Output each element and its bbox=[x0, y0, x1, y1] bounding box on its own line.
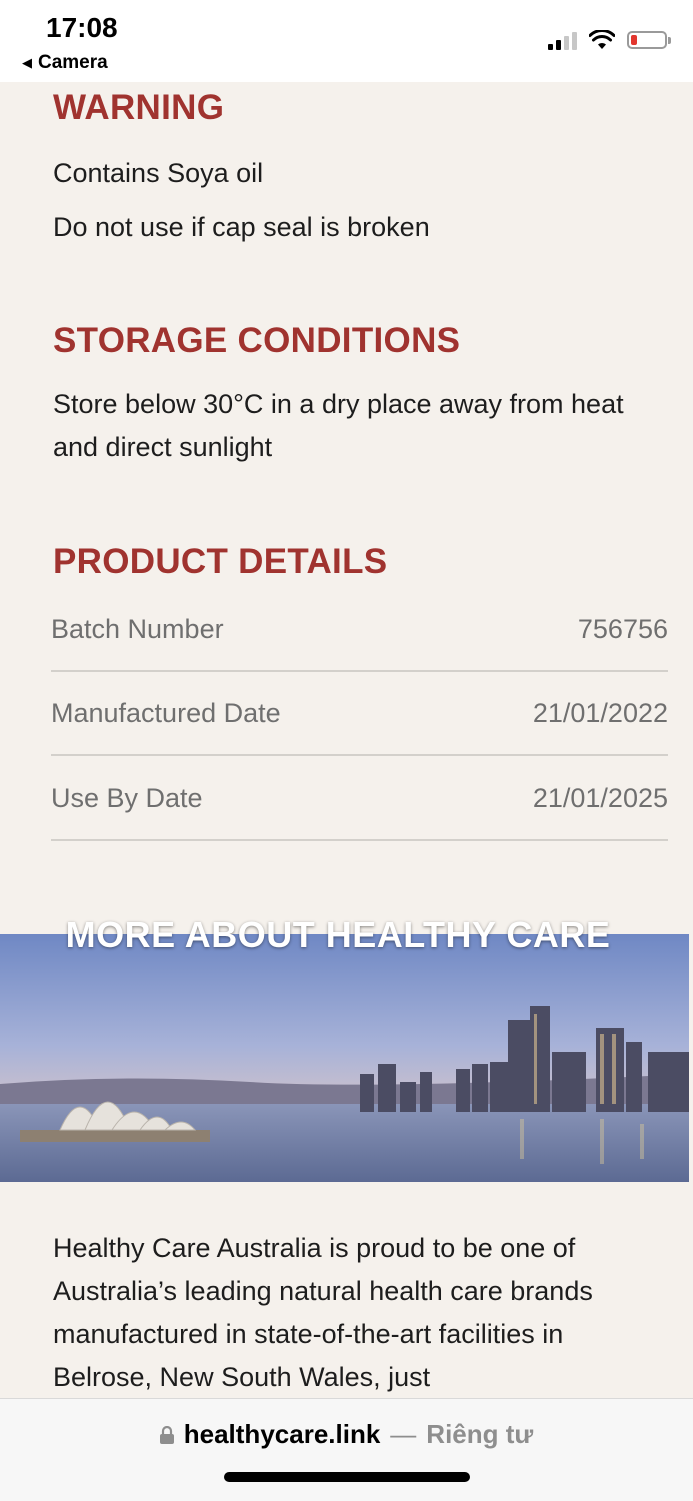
banner-illustration bbox=[0, 934, 689, 1182]
status-bar: 17:08 ◀ Camera bbox=[0, 0, 693, 82]
back-to-app-button[interactable]: ◀ Camera bbox=[22, 52, 108, 74]
status-time: 17:08 bbox=[46, 12, 118, 43]
detail-row-manufactured: Manufactured Date 21/01/2022 bbox=[51, 672, 668, 756]
home-indicator[interactable] bbox=[224, 1472, 470, 1482]
warning-line-1: Contains Soya oil bbox=[53, 158, 264, 188]
detail-label: Use By Date bbox=[51, 782, 203, 813]
warning-title: WARNING bbox=[53, 88, 225, 127]
storage-text: Store below 30°C in a dry place away fro… bbox=[53, 389, 624, 462]
detail-label: Batch Number bbox=[51, 613, 224, 644]
product-details-title: PRODUCT DETAILS bbox=[53, 542, 388, 581]
wifi-icon bbox=[589, 30, 615, 49]
warning-line-2: Do not use if cap seal is broken bbox=[53, 212, 430, 242]
detail-value: 756756 bbox=[577, 613, 668, 644]
back-triangle-icon: ◀ bbox=[22, 55, 32, 70]
storage-title: STORAGE CONDITIONS bbox=[53, 321, 461, 360]
back-app-label: Camera bbox=[38, 52, 108, 73]
sydney-harbour-image bbox=[0, 934, 689, 1182]
signal-icon bbox=[548, 30, 577, 50]
detail-label: Manufactured Date bbox=[51, 697, 281, 728]
url-display[interactable]: healthycare.link — Riêng tư bbox=[0, 1419, 693, 1450]
banner-title: MORE ABOUT HEALTHY CARE bbox=[65, 914, 611, 955]
privacy-label: Riêng tư bbox=[426, 1419, 534, 1449]
detail-value: 21/01/2022 bbox=[532, 697, 668, 728]
url-domain: healthycare.link bbox=[183, 1419, 381, 1449]
browser-address-bar[interactable]: healthycare.link — Riêng tư bbox=[0, 1398, 693, 1501]
status-icons bbox=[548, 30, 671, 50]
battery-level bbox=[631, 35, 637, 45]
about-text: Healthy Care Australia is proud to be on… bbox=[53, 1233, 593, 1392]
battery-icon bbox=[627, 31, 671, 49]
detail-row-batch: Batch Number 756756 bbox=[51, 588, 668, 672]
detail-value: 21/01/2025 bbox=[532, 782, 668, 813]
lock-icon bbox=[159, 1425, 174, 1444]
url-separator: — bbox=[390, 1419, 417, 1449]
detail-row-use-by: Use By Date 21/01/2025 bbox=[51, 757, 668, 841]
